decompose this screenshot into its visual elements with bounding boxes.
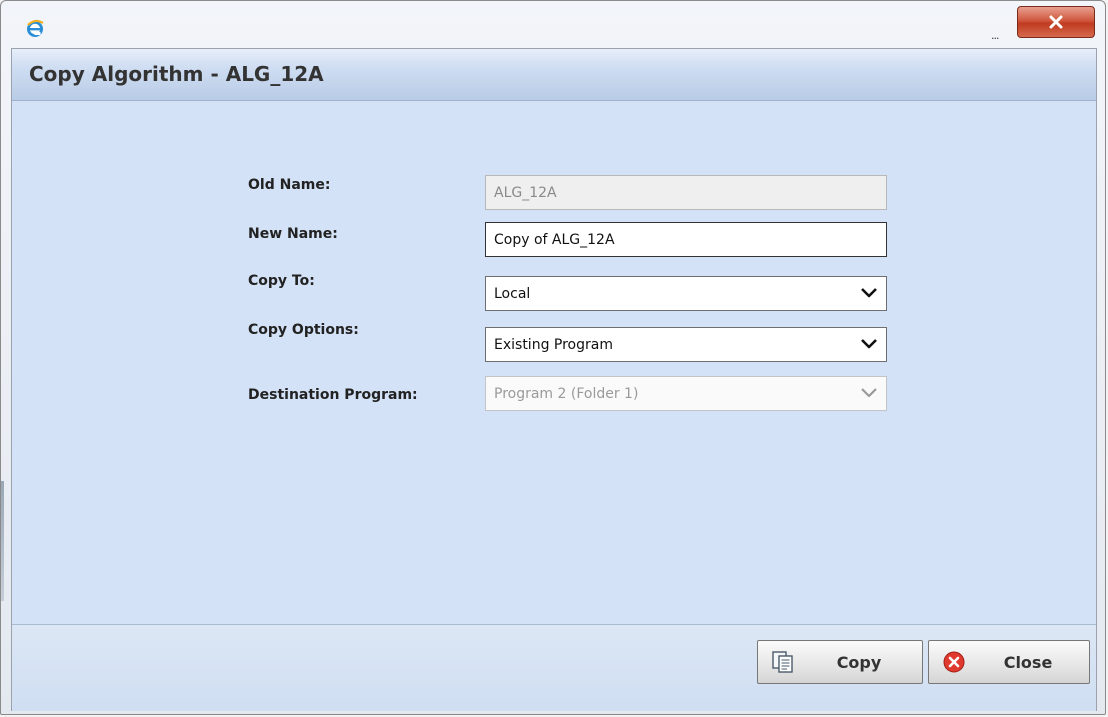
chevron-down-icon: [861, 388, 877, 398]
copy-options-label: Copy Options:: [248, 322, 359, 338]
copy-button[interactable]: Copy: [757, 640, 923, 684]
chevron-down-icon: [861, 339, 877, 349]
titlebar-ellipsis: ...: [991, 29, 999, 42]
dialog-window: ... Copy Algorithm - ALG_12A Old Name: A…: [0, 0, 1106, 715]
copy-options-value: Existing Program: [494, 336, 613, 353]
copy-to-select[interactable]: Local: [485, 276, 887, 311]
new-name-value: Copy of ALG_12A: [494, 231, 615, 248]
copy-button-label: Copy: [836, 652, 882, 672]
old-name-value: ALG_12A: [494, 184, 557, 201]
close-x-icon: [1049, 15, 1063, 29]
copy-to-value: Local: [494, 285, 531, 302]
red-circle-x-icon: [941, 649, 967, 675]
dialog-header: Copy Algorithm - ALG_12A: [12, 49, 1096, 101]
dialog-body: Copy Algorithm - ALG_12A Old Name: ALG_1…: [11, 48, 1097, 711]
left-edge-shadow: [1, 481, 4, 601]
close-button-label: Close: [1003, 652, 1053, 672]
dialog-footer: Copy Close: [12, 624, 1096, 711]
copy-to-label: Copy To:: [248, 273, 315, 289]
old-name-field: ALG_12A: [485, 175, 887, 210]
dialog-title: Copy Algorithm - ALG_12A: [29, 62, 324, 86]
old-name-label: Old Name:: [248, 177, 331, 193]
window-titlebar: ...: [1, 1, 1105, 45]
copy-options-select[interactable]: Existing Program: [485, 327, 887, 362]
internet-explorer-icon: [25, 19, 45, 39]
destination-program-select: Program 2 (Folder 1): [485, 376, 887, 411]
window-close-button[interactable]: [1017, 6, 1095, 38]
destination-program-value: Program 2 (Folder 1): [494, 385, 639, 402]
close-button[interactable]: Close: [928, 640, 1090, 684]
chevron-down-icon: [861, 288, 877, 298]
new-name-field[interactable]: Copy of ALG_12A: [485, 222, 887, 257]
copy-documents-icon: [770, 649, 796, 675]
new-name-label: New Name:: [248, 226, 338, 242]
destination-program-label: Destination Program:: [248, 387, 418, 403]
